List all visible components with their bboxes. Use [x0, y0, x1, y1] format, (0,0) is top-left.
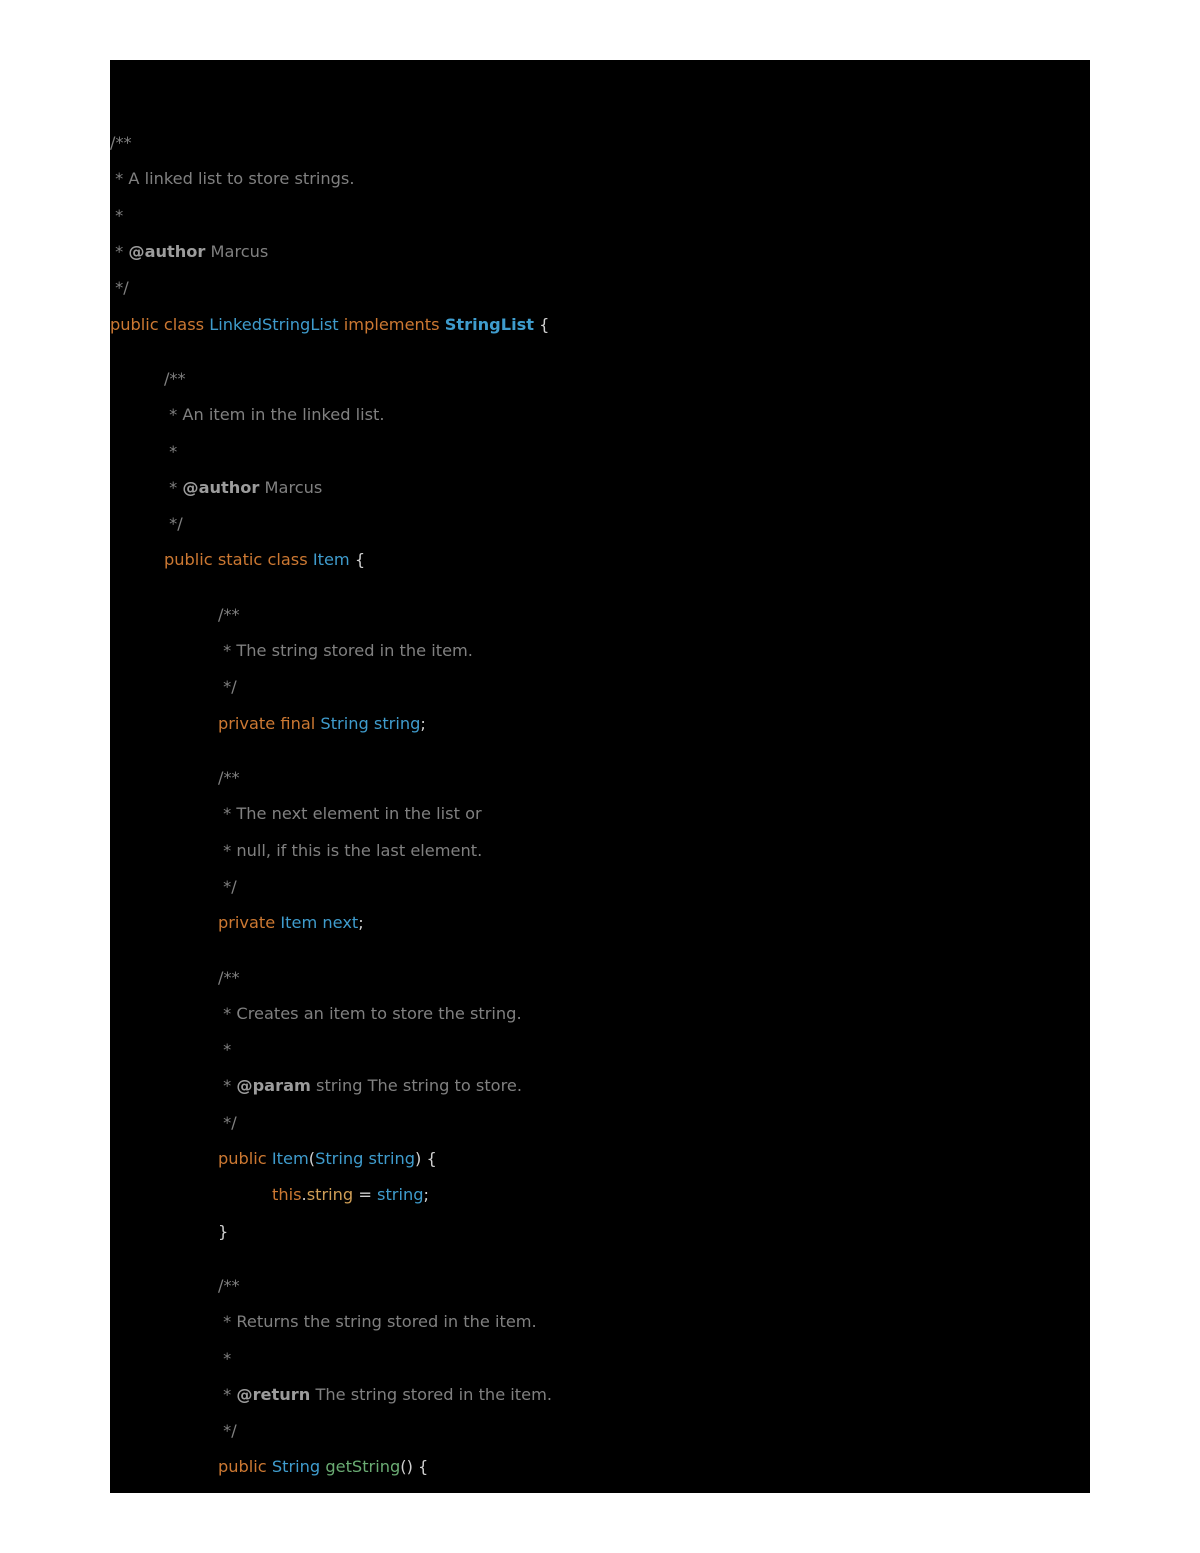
code-text: * [218, 1385, 236, 1404]
code-text: */ [164, 514, 183, 533]
keyword: public [218, 1457, 267, 1476]
code-text: */ [218, 877, 237, 896]
javadoc-tag: @return [236, 1385, 310, 1404]
param-name: string [369, 1149, 415, 1168]
semicolon: ; [424, 1185, 429, 1204]
code-text: * [110, 206, 123, 225]
code-block: /** * A linked list to store strings. * … [110, 60, 1090, 1493]
code-text: * An item in the linked list. [164, 405, 385, 424]
semicolon: ; [420, 714, 425, 733]
variable: string [377, 1185, 423, 1204]
code-text: /** [110, 133, 132, 152]
type-name: String [272, 1457, 320, 1476]
code-text: * [218, 1040, 231, 1059]
keyword: static [218, 550, 262, 569]
code-text: /** [218, 768, 240, 787]
code-text: * [110, 242, 128, 261]
type-name: String [320, 714, 368, 733]
code-text: Marcus [259, 478, 322, 497]
code-text: /** [218, 1276, 240, 1295]
code-text: /** [218, 968, 240, 987]
type-name: String [315, 1149, 363, 1168]
type-name: Item [280, 913, 317, 932]
method-name: getString [325, 1457, 400, 1476]
assign: = [353, 1185, 377, 1204]
constructor-name: Item [272, 1149, 309, 1168]
keyword: public [110, 315, 159, 334]
code-text: * null, if this is the last element. [218, 841, 482, 860]
code-text: * Creates an item to store the string. [218, 1004, 522, 1023]
type-name: Item [313, 550, 350, 569]
keyword: private [218, 714, 275, 733]
code-text: */ [110, 278, 129, 297]
keyword: class [267, 550, 307, 569]
keyword: public [164, 550, 213, 569]
code-text: */ [218, 1421, 237, 1440]
code-text: * [218, 1349, 231, 1368]
code-text: /** [164, 369, 186, 388]
code-text: * [164, 478, 182, 497]
keyword-this: this [272, 1185, 302, 1204]
keyword: class [164, 315, 204, 334]
keyword: implements [344, 315, 440, 334]
brace: { [534, 315, 549, 334]
semicolon: ; [358, 913, 363, 932]
javadoc-tag: @author [182, 478, 259, 497]
code-text: * The string stored in the item. [218, 641, 473, 660]
brace: } [218, 1222, 228, 1241]
variable: next [322, 913, 358, 932]
code-text: * [164, 442, 177, 461]
type-name: LinkedStringList [209, 315, 338, 334]
javadoc-tag: @author [128, 242, 205, 261]
code-text: */ [218, 677, 237, 696]
code-text: * The next element in the list or [218, 804, 482, 823]
keyword: final [280, 714, 315, 733]
code-text: * Returns the string stored in the item. [218, 1312, 537, 1331]
variable: string [374, 714, 420, 733]
javadoc-tag: @param [236, 1076, 310, 1095]
code-text: /** [218, 605, 240, 624]
paren-brace: ) { [415, 1149, 437, 1168]
code-text: string The string to store. [311, 1076, 522, 1095]
paren-brace: () { [400, 1457, 428, 1476]
code-text: */ [218, 1113, 237, 1132]
interface-name: StringList [445, 315, 534, 334]
field-name: string [307, 1185, 353, 1204]
keyword: private [218, 913, 275, 932]
code-text: * [218, 1076, 236, 1095]
code-text: Marcus [205, 242, 268, 261]
brace: { [350, 550, 365, 569]
keyword: public [218, 1149, 267, 1168]
code-text: The string stored in the item. [310, 1385, 552, 1404]
code-text: * A linked list to store strings. [110, 169, 355, 188]
document-page: /** * A linked list to store strings. * … [0, 0, 1200, 1553]
